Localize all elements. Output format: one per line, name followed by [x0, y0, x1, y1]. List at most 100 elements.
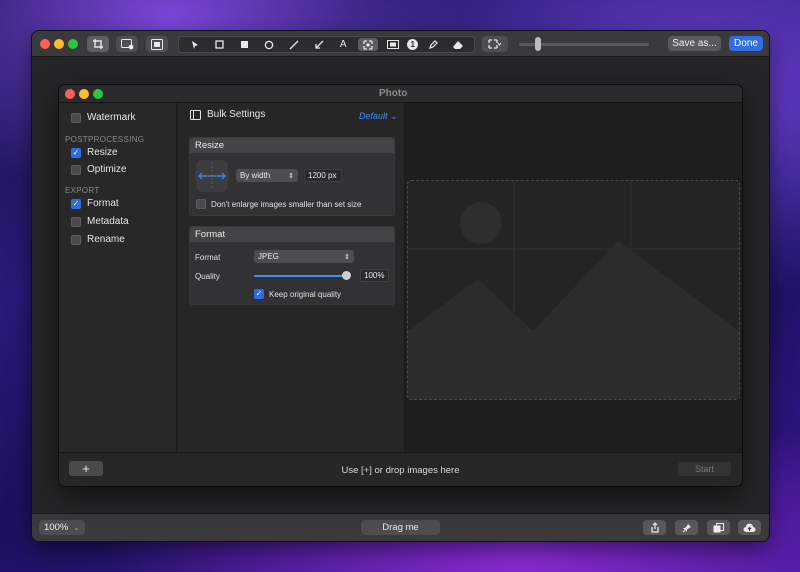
arrow-icon[interactable]	[309, 38, 329, 51]
counter-icon[interactable]: 1	[407, 39, 419, 50]
save-as-button[interactable]: Save as...	[668, 36, 721, 51]
crop-button[interactable]	[87, 36, 109, 52]
quality-value: 100%	[364, 271, 385, 280]
preset-value: Default	[359, 111, 388, 121]
resize-width-icon	[198, 162, 226, 190]
sidebar-item-format[interactable]: Format	[71, 198, 119, 209]
quality-slider-track[interactable]	[254, 275, 347, 277]
format-value: JPEG	[258, 252, 279, 261]
sidebar-item-watermark[interactable]: Watermark	[71, 112, 136, 123]
sidebar-item-label: Format	[87, 198, 119, 209]
app-zoom-button[interactable]	[93, 89, 103, 99]
zoom-select[interactable]: 100% ⌄	[39, 520, 85, 535]
sidebar-item-metadata[interactable]: Metadata	[71, 216, 129, 227]
dont-enlarge-label: Don't enlarge images smaller than set si…	[211, 199, 362, 209]
background-button[interactable]	[146, 36, 168, 52]
frame-icon	[151, 38, 163, 50]
app-bottom-bar: + Use [+] or drop images here Start	[59, 452, 742, 486]
format-heading: Format	[190, 227, 394, 242]
done-button[interactable]: Done	[729, 36, 763, 51]
export-heading: EXPORT	[65, 186, 100, 195]
zoom-window-button[interactable]	[68, 39, 78, 49]
keep-quality-checkbox[interactable]	[254, 289, 264, 299]
resize-mode-value: By width	[240, 171, 271, 180]
quality-slider-fill	[254, 275, 347, 277]
optimize-checkbox[interactable]	[71, 164, 81, 175]
app-title: Photo	[379, 88, 408, 99]
app-minimize-button[interactable]	[79, 89, 89, 99]
rectangle-outline-icon[interactable]	[210, 38, 230, 51]
dont-enlarge-row[interactable]: Don't enlarge images smaller than set si…	[196, 199, 362, 209]
dont-enlarge-checkbox[interactable]	[196, 199, 206, 209]
watermark-checkbox[interactable]	[71, 112, 81, 123]
sidebar-toggle-icon[interactable]	[190, 109, 201, 120]
format-select[interactable]: JPEG ⇕	[254, 250, 354, 263]
sidebar-item-optimize[interactable]: Optimize	[71, 164, 126, 175]
pin-button[interactable]	[675, 520, 698, 535]
start-button[interactable]: Start	[678, 462, 731, 476]
sidebar-item-label: Rename	[87, 234, 125, 245]
format-checkbox[interactable]	[71, 198, 81, 209]
eraser-icon[interactable]	[448, 38, 468, 51]
quality-slider-thumb[interactable]	[342, 271, 351, 280]
quality-label: Quality	[195, 272, 220, 281]
pencil-icon[interactable]	[423, 38, 443, 51]
rectangle-filled-icon[interactable]	[235, 38, 255, 51]
image-gear-icon	[120, 38, 133, 49]
editor-bottom-bar: 100% ⌄ Drag me	[32, 513, 769, 541]
resize-preview	[196, 160, 228, 192]
zoom-value: 100%	[44, 522, 69, 533]
width-value: 1200 px	[308, 171, 337, 180]
app-close-button[interactable]	[65, 89, 75, 99]
pin-icon	[682, 523, 691, 532]
preset-dropdown[interactable]: Default ⌄	[359, 111, 398, 122]
highlight-icon[interactable]	[383, 38, 403, 51]
cloud-upload-icon	[743, 523, 756, 532]
crop-icon	[93, 39, 103, 49]
drag-me-handle[interactable]: Drag me	[361, 520, 440, 535]
minimize-window-button[interactable]	[54, 39, 64, 49]
chevron-down-icon: ⌄	[73, 524, 80, 532]
keep-quality-row[interactable]: Keep original quality	[254, 289, 341, 299]
quality-input[interactable]: 100%	[360, 269, 389, 282]
bulk-export-window: Photo Watermark POSTPROCESSING Resize Op…	[59, 85, 742, 486]
sidebar-item-rename[interactable]: Rename	[71, 234, 125, 245]
format-field-label: Format	[195, 253, 221, 262]
circle-icon[interactable]	[259, 38, 279, 51]
sidebar-item-label: Metadata	[87, 216, 129, 227]
image-settings-button[interactable]	[116, 36, 138, 52]
upload-cloud-button[interactable]	[738, 520, 761, 535]
share-button[interactable]	[643, 520, 666, 535]
width-input[interactable]: 1200 px	[304, 169, 342, 182]
image-drop-zone[interactable]	[407, 180, 740, 400]
copy-button[interactable]	[707, 520, 730, 535]
sidebar-item-resize[interactable]: Resize	[71, 147, 118, 158]
fit-icon	[488, 39, 502, 49]
updown-chevron-icon: ⇕	[288, 172, 294, 180]
bulk-settings-title: Bulk Settings	[207, 109, 266, 120]
bulk-settings-header: Bulk Settings	[190, 109, 265, 120]
resize-heading: Resize	[190, 138, 394, 153]
line-icon[interactable]	[284, 38, 304, 51]
size-slider-thumb[interactable]	[535, 37, 541, 51]
postprocessing-heading: POSTPROCESSING	[65, 135, 145, 144]
rename-checkbox[interactable]	[71, 234, 81, 245]
text-icon[interactable]: A	[333, 38, 353, 51]
drop-hint-text: Use [+] or drop images here	[341, 465, 460, 476]
image-placeholder-icon	[408, 181, 739, 399]
resize-checkbox[interactable]	[71, 147, 81, 158]
drag-me-label: Drag me	[382, 522, 419, 533]
close-window-button[interactable]	[40, 39, 50, 49]
keep-quality-label: Keep original quality	[269, 289, 342, 299]
select-arrow-icon[interactable]	[185, 38, 205, 51]
updown-chevron-icon: ⇕	[344, 253, 350, 261]
pixelate-icon[interactable]	[357, 38, 378, 51]
sidebar-item-label: Resize	[87, 147, 118, 158]
resize-mode-select[interactable]: By width ⇕	[236, 169, 298, 182]
share-icon	[650, 522, 659, 533]
zoom-mode-dropdown[interactable]	[482, 36, 508, 52]
copy-icon	[713, 522, 724, 532]
sidebar-item-label: Watermark	[87, 112, 136, 123]
metadata-checkbox[interactable]	[71, 216, 81, 227]
chevron-down-icon: ⌄	[387, 111, 398, 121]
